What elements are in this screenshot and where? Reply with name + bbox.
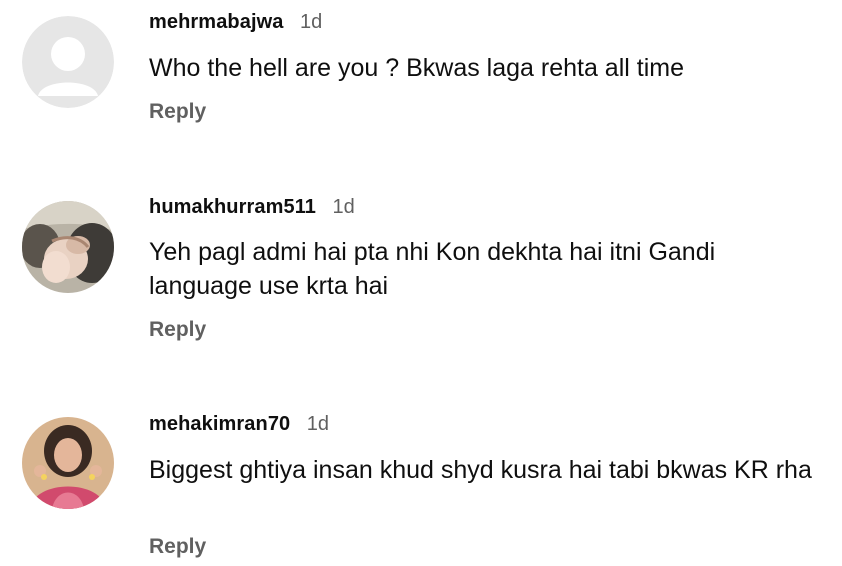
avatar[interactable] <box>22 417 114 509</box>
comment-item: mehakimran70 1d Biggest ghtiya insan khu… <box>0 0 842 566</box>
reply-button[interactable]: Reply <box>149 533 206 561</box>
comment-username[interactable]: mehakimran70 <box>149 413 290 435</box>
comment-time: 1d <box>306 413 329 435</box>
comment-text: Biggest ghtiya insan khud shyd kusra hai… <box>149 456 812 484</box>
photo-avatar-woman <box>22 417 114 509</box>
comment-meta: mehakimran70 1d <box>149 410 329 438</box>
